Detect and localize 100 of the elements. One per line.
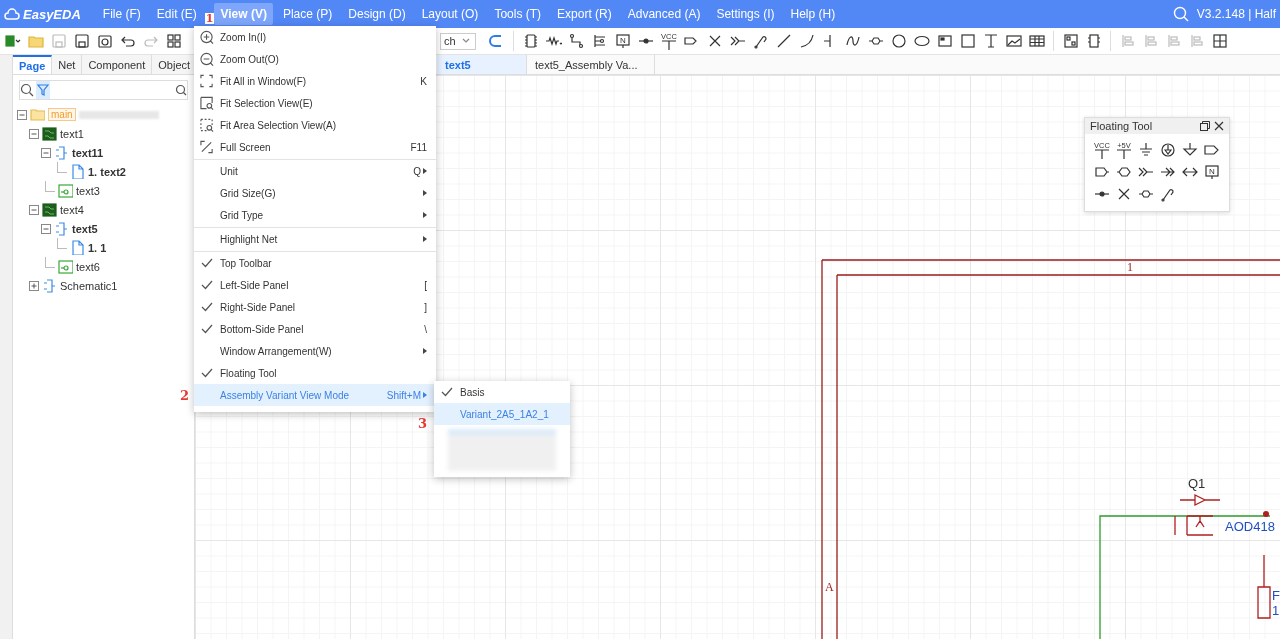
menu-item[interactable]: Floating Tool: [194, 362, 436, 384]
earth-icon[interactable]: [1182, 141, 1198, 158]
chip-settings-icon[interactable]: [1085, 33, 1102, 49]
expander-icon[interactable]: [29, 204, 39, 215]
expander-icon[interactable]: [29, 128, 39, 139]
menu-item[interactable]: Highlight Net: [194, 227, 436, 250]
select-field[interactable]: ch: [440, 32, 476, 50]
tree-item[interactable]: 1. text2: [88, 165, 126, 178]
fit-area-icon: [200, 117, 214, 133]
ground-icon[interactable]: [1138, 141, 1154, 158]
cloud-logo-icon: [4, 8, 20, 20]
ellipse-icon[interactable]: [913, 33, 930, 49]
menu-item[interactable]: Unit Q: [194, 159, 436, 182]
check-icon: [201, 258, 213, 268]
tree-item[interactable]: text3: [76, 184, 100, 197]
tree-item[interactable]: text6: [76, 260, 100, 273]
menu-item[interactable]: Right-Side Panel ]: [194, 296, 436, 318]
probe-icon[interactable]: [752, 33, 769, 49]
line-icon[interactable]: [775, 33, 792, 49]
curve-icon[interactable]: [844, 33, 861, 49]
image-icon[interactable]: [1005, 33, 1022, 49]
close-icon[interactable]: [1214, 121, 1224, 131]
filter-icon[interactable]: [36, 83, 50, 97]
menu-item[interactable]: Top Toolbar: [194, 251, 436, 274]
check-icon: [441, 387, 453, 397]
expander-icon[interactable]: [29, 280, 39, 291]
new-file-icon[interactable]: [4, 33, 21, 49]
menu-item[interactable]: Grid Type: [194, 204, 436, 226]
search-icon[interactable]: [1172, 6, 1189, 22]
net-label-icon[interactable]: N: [1204, 163, 1220, 180]
resistor-symbol: [1257, 554, 1271, 619]
bus-icon[interactable]: [591, 33, 608, 49]
search-icon[interactable]: [175, 84, 187, 96]
search-icon: [20, 83, 34, 97]
menu-item[interactable]: Window Arrangement(W): [194, 340, 436, 362]
table-icon[interactable]: [1028, 33, 1045, 49]
text-frame-icon[interactable]: [936, 33, 953, 49]
expander-icon[interactable]: [41, 147, 51, 158]
folder-icon: [30, 107, 45, 122]
menu-item[interactable]: Fit Area Selection View(A): [194, 114, 436, 136]
pcb-icon: [58, 259, 73, 274]
step-number: 3: [418, 417, 428, 430]
menu-item[interactable]: Full Screen F11: [194, 136, 436, 158]
panel-title: Floating Tool: [1090, 120, 1154, 132]
circle-ground-icon[interactable]: [1160, 141, 1176, 158]
panel-tab[interactable]: Page: [13, 55, 53, 74]
pcb-icon: [58, 183, 73, 198]
mosfet-symbol[interactable]: [1174, 494, 1221, 536]
tree-item[interactable]: text5: [72, 222, 98, 235]
restore-icon[interactable]: [1200, 121, 1210, 131]
menu-item[interactable]: Zoom In(I): [194, 26, 436, 48]
grid-icon[interactable]: [165, 33, 182, 49]
check-icon: [201, 280, 213, 290]
menu-item[interactable]: Fit Selection View(E): [194, 92, 436, 114]
save-icon[interactable]: [73, 33, 90, 49]
step-number: 2: [180, 389, 190, 402]
schematic-icon: [54, 145, 69, 160]
step-number: 1: [204, 12, 215, 24]
fit-window-icon: [200, 73, 214, 89]
net-label-icon[interactable]: N: [614, 33, 631, 49]
board-icon: [42, 202, 57, 217]
tree-item[interactable]: 1. 1: [88, 241, 107, 254]
junction-dot: [1263, 511, 1269, 517]
schematic-icon: [42, 278, 57, 293]
zoom-out-icon: [200, 51, 214, 67]
check-icon: [201, 302, 213, 312]
menu-item[interactable]: Bottom-Side Panel \: [194, 318, 436, 340]
full-screen-icon: [200, 139, 214, 155]
component-grid-icon[interactable]: [1062, 33, 1079, 49]
document-tab[interactable]: text5: [437, 55, 527, 74]
caret-icon: [423, 212, 427, 218]
tree-item[interactable]: Schematic1: [60, 279, 118, 292]
search-field[interactable]: [19, 80, 188, 100]
arc-icon[interactable]: [798, 33, 815, 49]
caret-icon: [423, 392, 427, 398]
wire-icon[interactable]: [568, 33, 585, 49]
menu-item[interactable]: Grid Size(G): [194, 182, 436, 204]
tree-item[interactable]: text4: [60, 203, 84, 216]
version-text: V3.2.148 | Half: [1195, 7, 1277, 21]
tree-item[interactable]: text11: [72, 146, 104, 159]
expander-icon[interactable]: [17, 109, 27, 120]
expander-icon[interactable]: [41, 223, 51, 234]
text-icon[interactable]: [982, 33, 999, 49]
resistor-value: 1: [1272, 603, 1280, 618]
chip-icon[interactable]: [522, 33, 539, 49]
caret-icon: [423, 190, 427, 196]
schematic-icon: [54, 221, 69, 236]
rectangle-icon[interactable]: [959, 33, 976, 49]
menu-item[interactable]: Basis: [434, 381, 570, 403]
check-icon: [201, 324, 213, 334]
distribute-icon[interactable]: [1211, 33, 1228, 49]
component-value: AOD418: [1225, 519, 1275, 534]
caret-icon: [423, 348, 427, 354]
caret-icon: [423, 168, 427, 174]
menu-item[interactable]: Left-Side Panel [: [194, 274, 436, 296]
camera-icon[interactable]: [96, 33, 113, 49]
caret-icon: [461, 38, 470, 44]
circle-icon[interactable]: [890, 33, 907, 49]
tree-item[interactable]: text1: [60, 127, 84, 140]
zoom-in-icon: [200, 29, 214, 45]
